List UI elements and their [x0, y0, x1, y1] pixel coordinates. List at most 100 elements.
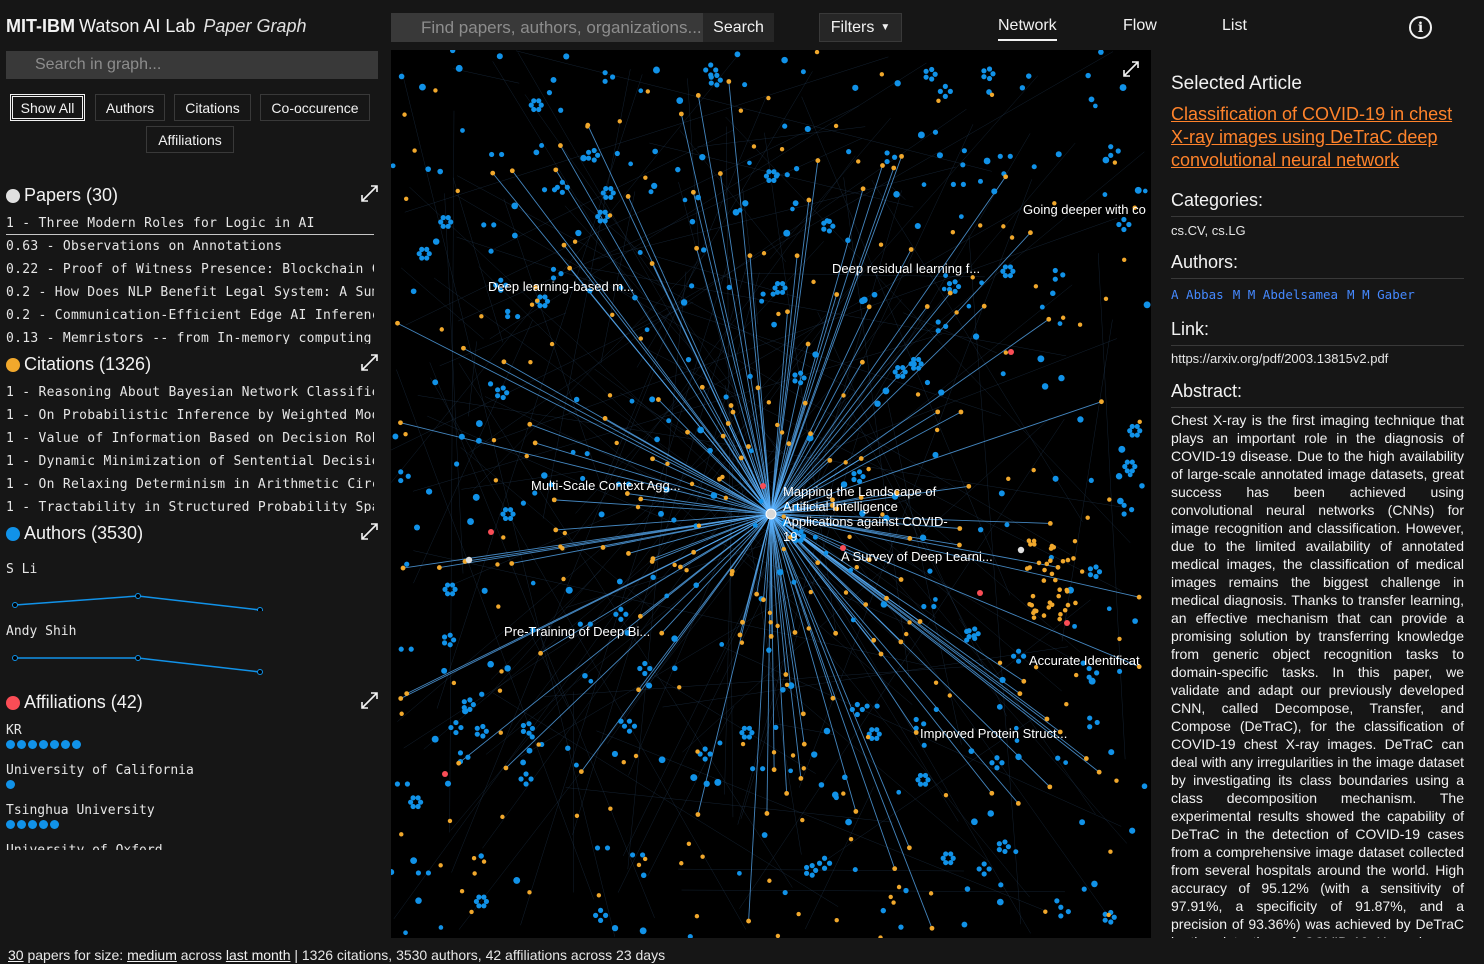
author-node [989, 760, 995, 766]
author-node [880, 907, 887, 914]
list-item[interactable]: 0.13 - Memristors -- from In-memory comp… [6, 327, 374, 344]
citation-node [746, 444, 751, 449]
author-node [529, 725, 536, 732]
filters-button[interactable]: Filters ▼ [819, 13, 902, 42]
author-node [1102, 917, 1108, 923]
citation-node [689, 481, 695, 487]
citation-node [509, 561, 515, 566]
list-item[interactable]: 1 - Dynamic Minimization of Sentential D… [6, 450, 374, 473]
affiliation-item[interactable]: University of Oxford [6, 842, 376, 850]
author-node [1088, 96, 1095, 103]
affiliation-item[interactable]: Tsinghua University [6, 802, 376, 842]
papers-dot-icon [6, 188, 20, 203]
citation-node [534, 298, 540, 303]
tab-flow[interactable]: Flow [1123, 17, 1157, 41]
author-name[interactable]: S Li [6, 562, 37, 577]
global-search-input[interactable] [391, 13, 704, 42]
citation-node [947, 290, 953, 296]
list-item[interactable]: 0.2 - Communication-Efficient Edge AI In… [6, 304, 374, 327]
network-graph-canvas[interactable]: Going deeper with co Deep residual learni… [391, 50, 1151, 938]
list-item[interactable]: 1 - On Relaxing Determinism in Arithmeti… [6, 473, 374, 496]
citation-node [1021, 678, 1027, 684]
expand-citations-icon[interactable] [361, 354, 378, 371]
author-node [915, 356, 922, 363]
citation-node [501, 359, 507, 365]
author-node [536, 106, 542, 113]
filter-cooccurence-button[interactable]: Co-occurence [260, 94, 370, 121]
fullscreen-icon[interactable] [1123, 61, 1139, 77]
filter-affiliations-button[interactable]: Affiliations [146, 126, 234, 153]
author-link[interactable]: M M Abdelsamea [1233, 287, 1338, 302]
filter-show-all-button[interactable]: Show All [10, 94, 85, 121]
network-graph[interactable]: Going deeper with co Deep residual learni… [391, 50, 1151, 938]
author-node [824, 218, 830, 224]
citation-node [755, 385, 761, 391]
list-item[interactable]: 1 - Three Modern Roles for Logic in AI [6, 212, 374, 235]
author-node [960, 162, 966, 168]
expand-papers-icon[interactable] [361, 185, 378, 202]
citation-node [398, 420, 403, 426]
citation-node [596, 893, 602, 898]
list-item[interactable]: 1 - Tractability in Structured Probabili… [6, 496, 374, 513]
author-node [495, 387, 501, 393]
citation-node [695, 93, 701, 98]
expand-affiliations-icon[interactable] [361, 692, 378, 709]
affiliation-item[interactable]: University of California [6, 762, 376, 802]
author-node [983, 157, 991, 165]
expand-authors-icon[interactable] [361, 523, 378, 540]
article-link[interactable]: https://arxiv.org/pdf/2003.13815v2.pdf [1171, 351, 1388, 366]
author-node [752, 522, 758, 528]
author-link[interactable]: A Abbas [1171, 287, 1224, 302]
author-node [520, 722, 527, 729]
graph-search-input[interactable] [6, 51, 378, 79]
list-item[interactable]: 1 - Reasoning About Bayesian Network Cla… [6, 381, 374, 404]
author-node [502, 515, 509, 522]
author-node [1087, 724, 1093, 730]
author-node [811, 751, 818, 758]
list-item[interactable]: 1 - On Probabilistic Inference by Weight… [6, 404, 374, 427]
list-item[interactable]: 0.22 - Proof of Witness Presence: Blockc… [6, 258, 374, 281]
list-item[interactable]: 1 - Value of Information Based on Decisi… [6, 427, 374, 450]
search-button[interactable]: Search [703, 13, 774, 42]
author-node [964, 637, 970, 643]
list-item[interactable]: 0.63 - Observations on Annotations [6, 235, 374, 258]
author-node [603, 186, 609, 192]
size-link[interactable]: medium [127, 947, 177, 963]
affiliation-item[interactable]: KR [6, 722, 376, 762]
brand-product: Paper Graph [203, 16, 307, 36]
author-node [703, 67, 709, 73]
author-node [779, 281, 786, 287]
author-node [671, 517, 677, 523]
citation-node [1009, 235, 1015, 240]
author-node [1115, 148, 1121, 154]
filter-citations-button[interactable]: Citations [174, 94, 251, 121]
author-node [803, 864, 810, 871]
author-node [895, 373, 901, 379]
info-icon[interactable]: i [1409, 16, 1432, 39]
author-node [719, 642, 725, 647]
affiliations-title: Affiliations (42) [24, 692, 143, 712]
author-node [1000, 268, 1006, 274]
author-node [774, 289, 781, 295]
filter-authors-button[interactable]: Authors [95, 94, 165, 121]
author-node [628, 161, 634, 167]
author-node [874, 727, 880, 733]
author-link[interactable]: M M Gaber [1347, 287, 1415, 302]
papers-count-link[interactable]: 30 [8, 947, 24, 963]
author-node [646, 682, 653, 689]
author-node [782, 123, 788, 129]
citation-node [802, 400, 808, 406]
period-link[interactable]: last month [226, 947, 291, 963]
author-name[interactable]: Andy Shih [6, 624, 76, 639]
author-node [1139, 483, 1145, 489]
author-node [611, 924, 619, 932]
tab-network[interactable]: Network [998, 17, 1057, 41]
author-node [927, 568, 933, 574]
article-title-link[interactable]: Classification of COVID-19 in chest X-ra… [1171, 103, 1471, 172]
author-node [917, 131, 925, 139]
graph-edge [1097, 253, 1126, 760]
author-node [511, 202, 519, 210]
author-node [774, 281, 781, 287]
tab-list[interactable]: List [1222, 17, 1247, 41]
list-item[interactable]: 0.2 - How Does NLP Benefit Legal System:… [6, 281, 374, 304]
